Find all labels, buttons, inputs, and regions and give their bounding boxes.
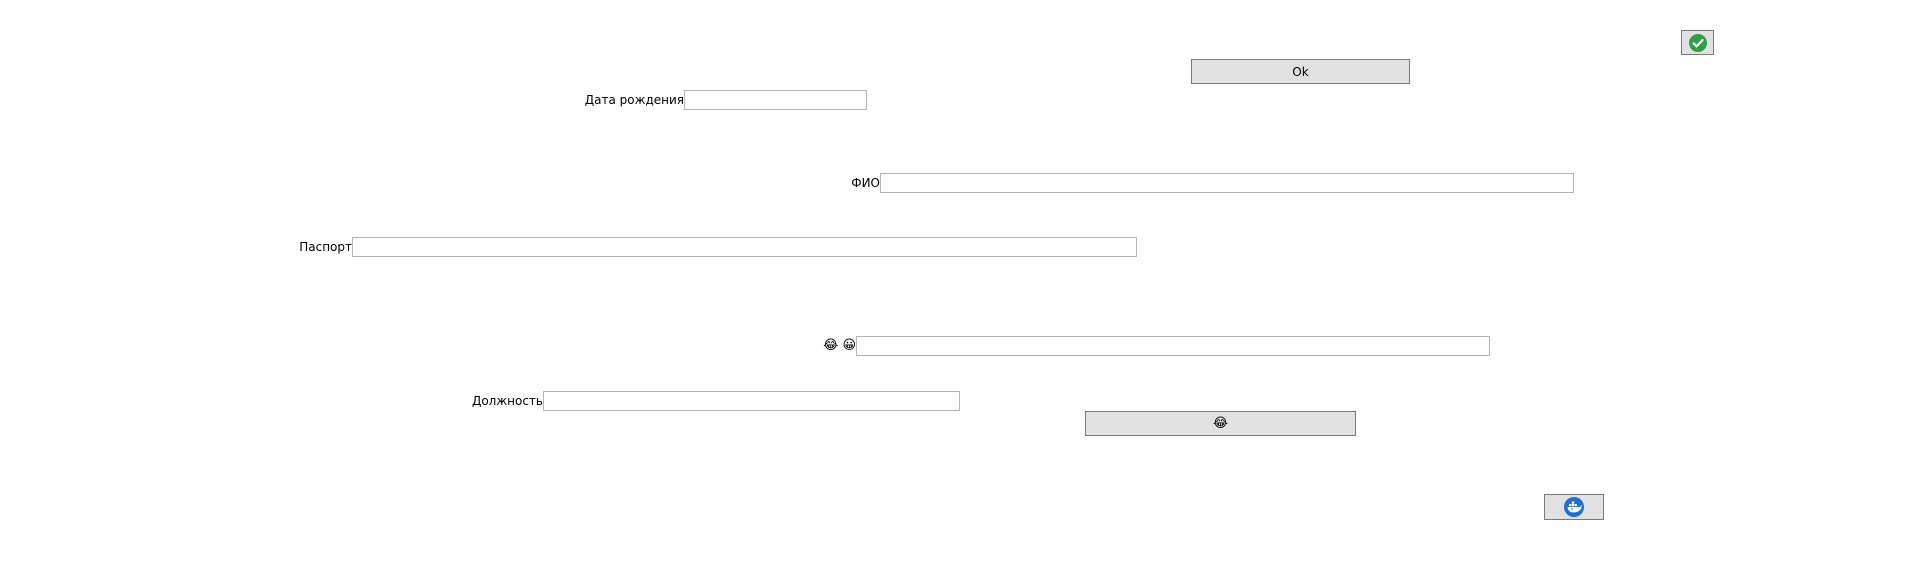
position-label: Должность [471,394,543,408]
full-name-field[interactable] [880,173,1574,193]
emoji-field-label: 😂 😀 [823,338,856,353]
confirm-icon-button[interactable] [1681,30,1714,55]
birth-date-field[interactable] [684,90,867,110]
passport-label: Паспорт [299,240,352,254]
birth-date-label: Дата рождения [584,93,684,107]
passport-field[interactable] [352,237,1137,257]
ok-button[interactable]: Ok [1191,59,1410,84]
emoji-field[interactable] [856,336,1490,356]
ok-button-label: Ok [1292,64,1309,79]
position-field[interactable] [543,391,960,411]
emoji-button[interactable]: 😂 [1085,411,1356,436]
docker-whale-icon [1563,496,1585,518]
emoji-button-label: 😂 [1212,416,1229,431]
full-name-label: ФИО [851,176,880,190]
docker-icon-button[interactable] [1544,494,1604,520]
check-circle-icon [1688,33,1708,53]
